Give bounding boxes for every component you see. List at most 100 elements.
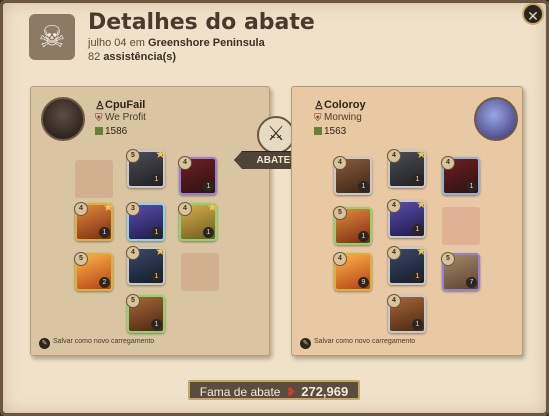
item-power-icon — [95, 127, 103, 135]
quantity-badge: 1 — [466, 181, 477, 192]
crossed-swords-icon: ⚔ — [257, 116, 295, 154]
victim-panel: ♙Coloroy ⛨ Morwing 1563 4 1 4 1 ★ 4 1 5 1 4 1 ★ 4 9 4 1 ★… — [291, 86, 523, 356]
quantity-badge: 1 — [203, 227, 214, 238]
save-icon: ✎ — [39, 338, 50, 349]
quantity-badge: 7 — [466, 277, 477, 288]
quantity-badge: 1 — [151, 227, 162, 238]
guild-shield-icon: ⛨ — [314, 113, 322, 124]
empty-slot-off-hand — [442, 207, 480, 245]
tier-badge: 4 — [178, 156, 192, 170]
quantity-badge: 1 — [358, 181, 369, 192]
tier-badge: 3 — [126, 202, 140, 216]
quantity-badge: 1 — [412, 224, 423, 235]
tier-badge: 5 — [74, 252, 88, 266]
killer-slot-mount[interactable]: 51 — [126, 294, 165, 333]
victim-slot-cape[interactable]: 41 — [441, 156, 480, 195]
enchant-star-icon: ★ — [155, 244, 166, 258]
fame-label: Fama de abate — [199, 385, 281, 399]
enchant-star-icon: ★ — [416, 197, 427, 211]
page-title: Detalhes do abate — [88, 10, 315, 35]
killer-slot-boots[interactable]: 4 1 ★ — [126, 244, 166, 285]
kill-details-window: ☠ Detalhes do abate julho 04 em Greensho… — [0, 0, 549, 416]
killer-slot-potion[interactable]: 52 — [74, 252, 113, 291]
tier-badge: 4 — [126, 246, 140, 260]
killer-guild-row: ⛨ We Profit — [95, 112, 146, 124]
blood-drop-icon: ❥ — [285, 385, 296, 399]
quantity-badge: 1 — [203, 181, 214, 192]
assists-line: 82 assistência(s) — [88, 51, 176, 63]
victim-slot-mount[interactable]: 41 — [387, 294, 426, 333]
killer-save-label: Salvar como novo carregamento — [53, 338, 155, 345]
victim-guild: Morwing — [324, 112, 362, 123]
quantity-badge: 1 — [99, 227, 110, 238]
victim-slot-chest[interactable]: 4 1 ★ — [387, 197, 427, 238]
killer-slot-head[interactable]: 5 1 ★ — [126, 147, 166, 188]
tier-badge: 5 — [333, 206, 347, 220]
victim-slot-main-hand[interactable]: 51 — [333, 206, 372, 245]
item-power-icon — [314, 127, 322, 135]
tier-badge: 4 — [74, 202, 88, 216]
save-icon: ✎ — [300, 338, 311, 349]
tier-badge: 4 — [333, 252, 347, 266]
killer-slot-chest[interactable]: 31 — [126, 202, 165, 241]
quantity-badge: 1 — [412, 174, 423, 185]
kill-preposition: em — [129, 37, 145, 49]
enchant-star-icon: ★ — [155, 147, 166, 161]
victim-save-loadout[interactable]: ✎ Salvar como novo carregamento — [300, 338, 415, 349]
killer-ip-row: 1586 — [95, 126, 127, 137]
tier-badge: 5 — [126, 149, 140, 163]
killer-slot-cape[interactable]: 41 — [178, 156, 217, 195]
victim-slot-head[interactable]: 4 1 ★ — [387, 147, 427, 188]
tier-badge: 4 — [387, 149, 401, 163]
enchant-star-icon: ★ — [416, 244, 427, 258]
victim-slot-boots[interactable]: 4 1 ★ — [387, 244, 427, 285]
tier-badge: 4 — [387, 294, 401, 308]
victim-name-row: ♙Coloroy — [314, 99, 366, 112]
killer-panel: ♙CpuFail ⛨ We Profit 1586 5 1 ★ 4 1 4 1 ★ 3 1 4 1 ★ 5 2… — [30, 86, 270, 356]
killer-name-row: ♙CpuFail — [95, 99, 146, 112]
tier-badge: 5 — [126, 294, 140, 308]
enchant-star-icon: ★ — [207, 200, 218, 214]
close-button[interactable]: ✕ — [522, 3, 544, 25]
empty-slot-food — [181, 253, 219, 291]
tier-badge: 4 — [441, 156, 455, 170]
quantity-badge: 2 — [99, 277, 110, 288]
skull-icon: ☠ — [29, 14, 75, 60]
quantity-badge: 1 — [412, 271, 423, 282]
kill-meta: julho 04 em Greenshore Peninsula — [88, 37, 265, 49]
victim-avatar — [474, 97, 518, 141]
quantity-badge: 1 — [151, 271, 162, 282]
quantity-badge: 1 — [151, 319, 162, 330]
victim-name: Coloroy — [324, 99, 366, 111]
tier-badge: 4 — [387, 199, 401, 213]
victim-item-power: 1563 — [324, 126, 347, 137]
killer-guild: We Profit — [105, 112, 146, 123]
player-icon: ♙ — [95, 100, 105, 112]
kill-fame-bar: Fama de abate ❥ 272,969 — [188, 380, 360, 400]
victim-slot-bag[interactable]: 41 — [333, 156, 372, 195]
tier-badge: 5 — [441, 252, 455, 266]
guild-shield-icon: ⛨ — [95, 113, 103, 124]
killer-save-loadout[interactable]: ✎ Salvar como novo carregamento — [39, 338, 154, 349]
killer-name: CpuFail — [105, 99, 146, 111]
killer-item-power: 1586 — [105, 126, 128, 137]
killer-avatar — [41, 97, 85, 141]
quantity-badge: 1 — [358, 231, 369, 242]
kill-date: julho 04 — [88, 37, 127, 49]
quantity-badge: 1 — [151, 174, 162, 185]
victim-guild-row: ⛨ Morwing — [314, 112, 362, 124]
killer-slot-main-hand[interactable]: 4 1 ★ — [74, 200, 114, 241]
empty-slot-bag — [75, 160, 113, 198]
victim-slot-potion[interactable]: 49 — [333, 252, 372, 291]
tier-badge: 4 — [333, 156, 347, 170]
enchant-star-icon: ★ — [416, 147, 427, 161]
victim-ip-row: 1563 — [314, 126, 346, 137]
quantity-badge: 1 — [412, 319, 423, 330]
enchant-star-icon: ★ — [103, 200, 114, 214]
killer-slot-off-hand[interactable]: 4 1 ★ — [178, 200, 218, 241]
player-icon: ♙ — [314, 100, 324, 112]
assists-label: assistência(s) — [103, 51, 177, 63]
tier-badge: 4 — [178, 202, 192, 216]
victim-slot-food[interactable]: 57 — [441, 252, 480, 291]
kill-location: Greenshore Peninsula — [147, 37, 265, 49]
